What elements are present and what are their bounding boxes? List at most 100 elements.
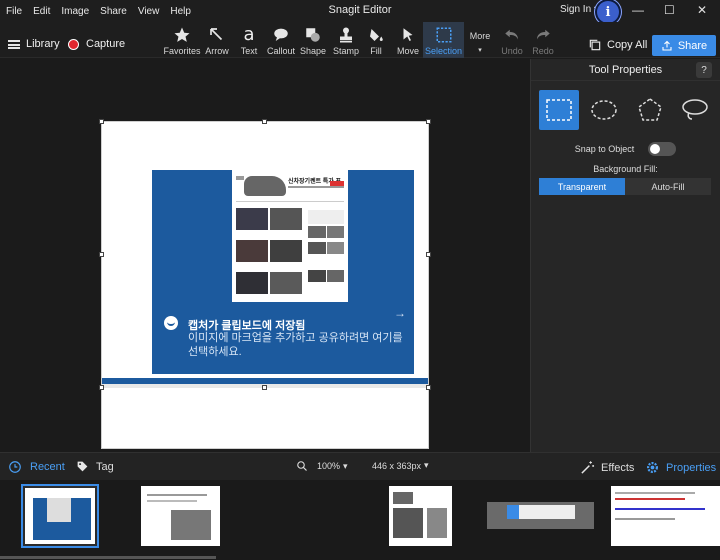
- rectangle-dashed-icon: [546, 99, 572, 121]
- menu-bar: File Edit Image Share View Help: [0, 6, 202, 17]
- panel-title: Tool Properties: [588, 63, 663, 76]
- redo-icon: [532, 25, 554, 45]
- library-button[interactable]: Library: [8, 38, 60, 50]
- resize-handle-br[interactable]: [426, 385, 431, 390]
- snap-toggle[interactable]: [648, 142, 677, 156]
- share-upload-icon: [662, 40, 672, 51]
- canvas-area[interactable]: 신차장기렌트 특가 프 캡처가 클립보드에 저장됨 이미지에 마크업을 추가하고…: [0, 59, 530, 452]
- arrow-icon: [206, 25, 228, 45]
- close-button[interactable]: ✕: [697, 3, 707, 17]
- menu-view[interactable]: View: [138, 6, 160, 17]
- freehand-selection-option[interactable]: [675, 90, 715, 130]
- shape-icon: [302, 25, 324, 45]
- clock-icon: [9, 461, 21, 473]
- snagit-logo-icon: [164, 316, 178, 330]
- more-button[interactable]: More ▾: [466, 22, 494, 58]
- move-icon: [397, 25, 419, 45]
- tool-fill[interactable]: Fill: [362, 22, 390, 58]
- capture-label: Capture: [86, 38, 126, 50]
- title-bar: File Edit Image Share View Help Snagit E…: [0, 0, 720, 23]
- notification-card[interactable]: 신차장기렌트 특가 프 캡처가 클립보드에 저장됨 이미지에 마크업을 추가하고…: [152, 170, 414, 374]
- tray-scrollbar[interactable]: [0, 556, 216, 559]
- capture-button[interactable]: Capture: [68, 38, 125, 50]
- hamburger-icon: [8, 39, 20, 49]
- info-icon[interactable]: i: [597, 1, 619, 23]
- tag-tab[interactable]: Tag: [76, 460, 114, 473]
- effects-button[interactable]: Effects: [580, 460, 634, 475]
- redo-button[interactable]: Redo: [529, 22, 557, 58]
- menu-file[interactable]: File: [6, 6, 22, 17]
- webpage-thumbnail: 신차장기렌트 특가 프: [232, 170, 348, 302]
- tool-arrow[interactable]: Arrow: [202, 22, 232, 58]
- copy-all-button[interactable]: Copy All: [588, 38, 647, 52]
- capture-thumbnail-3[interactable]: [389, 486, 452, 546]
- capture-thumbnail-4[interactable]: [487, 502, 594, 529]
- image-size-control[interactable]: 446 x 363px ▾: [372, 460, 429, 471]
- magnifier-icon: [297, 461, 307, 471]
- menu-edit[interactable]: Edit: [33, 6, 50, 17]
- tool-callout[interactable]: Callout: [266, 22, 296, 58]
- panel-header: Tool Properties ?: [531, 59, 720, 81]
- undo-icon: [501, 25, 523, 45]
- transparent-option[interactable]: Transparent: [539, 178, 625, 195]
- lasso-icon: [682, 99, 708, 120]
- resize-handle-l[interactable]: [99, 252, 104, 257]
- resize-handle-tr[interactable]: [426, 119, 431, 124]
- tool-text[interactable]: a Text: [234, 22, 264, 58]
- resize-handle-tl[interactable]: [99, 119, 104, 124]
- tool-stamp[interactable]: Stamp: [330, 22, 362, 58]
- undo-button[interactable]: Undo: [498, 22, 526, 58]
- toolbar: Library Capture Favorites Arrow a Text C…: [0, 22, 720, 58]
- copy-icon: [589, 39, 601, 51]
- bottom-bar: Recent Tag 100% ▾ 446 x 363px ▾ Effects Pr…: [0, 452, 720, 480]
- tool-move[interactable]: Move: [393, 22, 423, 58]
- star-icon: [171, 25, 193, 45]
- text-icon: a: [243, 24, 255, 45]
- recent-tab[interactable]: Recent: [8, 460, 65, 474]
- share-button[interactable]: Share: [652, 35, 716, 56]
- minimize-button[interactable]: —: [632, 3, 644, 17]
- polygon-selection-option[interactable]: [630, 90, 670, 130]
- resize-handle-bl[interactable]: [99, 385, 104, 390]
- ellipse-selection-option[interactable]: [584, 90, 624, 130]
- selection-shape-group: [539, 90, 715, 130]
- tool-selection[interactable]: Selection: [423, 22, 464, 58]
- stamp-icon: [335, 25, 357, 45]
- rectangle-selection-option[interactable]: [539, 90, 579, 130]
- tool-shape[interactable]: Shape: [298, 22, 328, 58]
- gear-icon: [647, 462, 658, 473]
- menu-image[interactable]: Image: [61, 6, 89, 17]
- properties-button[interactable]: Properties: [645, 460, 716, 475]
- notification-body: 이미지에 마크업을 추가하고 공유하려면 여기를 선택하세요.: [188, 332, 403, 358]
- selection-icon: [433, 25, 455, 45]
- zoom-control[interactable]: 100% ▾: [296, 460, 348, 472]
- sign-in-button[interactable]: Sign In ▾: [560, 4, 599, 15]
- snap-label: Snap to Object: [574, 144, 635, 154]
- ellipse-dashed-icon: [591, 100, 618, 120]
- fill-icon: [365, 25, 387, 45]
- background-fill-label: Background Fill:: [593, 164, 658, 174]
- menu-share[interactable]: Share: [100, 6, 127, 17]
- help-button[interactable]: ?: [696, 62, 712, 78]
- menu-help[interactable]: Help: [170, 6, 191, 17]
- zoom-chevron-icon: ▾: [343, 460, 348, 471]
- tool-properties-panel: Tool Properties ? Snap to Object Backgro…: [530, 59, 720, 452]
- magic-wand-icon: [581, 461, 595, 474]
- maximize-button[interactable]: ☐: [664, 3, 675, 17]
- tool-favorites[interactable]: Favorites: [164, 22, 201, 58]
- resize-handle-t[interactable]: [262, 119, 267, 124]
- library-label: Library: [26, 38, 60, 50]
- captured-image[interactable]: 신차장기렌트 특가 프 캡처가 클립보드에 저장됨 이미지에 마크업을 추가하고…: [101, 121, 429, 449]
- snap-to-object-row: Snap to Object: [531, 142, 720, 156]
- resize-handle-b[interactable]: [262, 385, 267, 390]
- resize-handle-r[interactable]: [426, 252, 431, 257]
- recent-captures-tray: [0, 480, 720, 560]
- capture-thumbnail-1[interactable]: [21, 484, 99, 548]
- arrow-right-icon[interactable]: →: [394, 306, 406, 320]
- auto-fill-option[interactable]: Auto-Fill: [625, 178, 711, 195]
- pentagon-dashed-icon: [637, 98, 662, 121]
- capture-thumbnail-5[interactable]: [611, 486, 720, 546]
- background-fill-selector: Transparent Auto-Fill: [539, 178, 711, 195]
- capture-thumbnail-2[interactable]: [141, 486, 220, 546]
- chevron-down-icon: ▾: [478, 47, 482, 54]
